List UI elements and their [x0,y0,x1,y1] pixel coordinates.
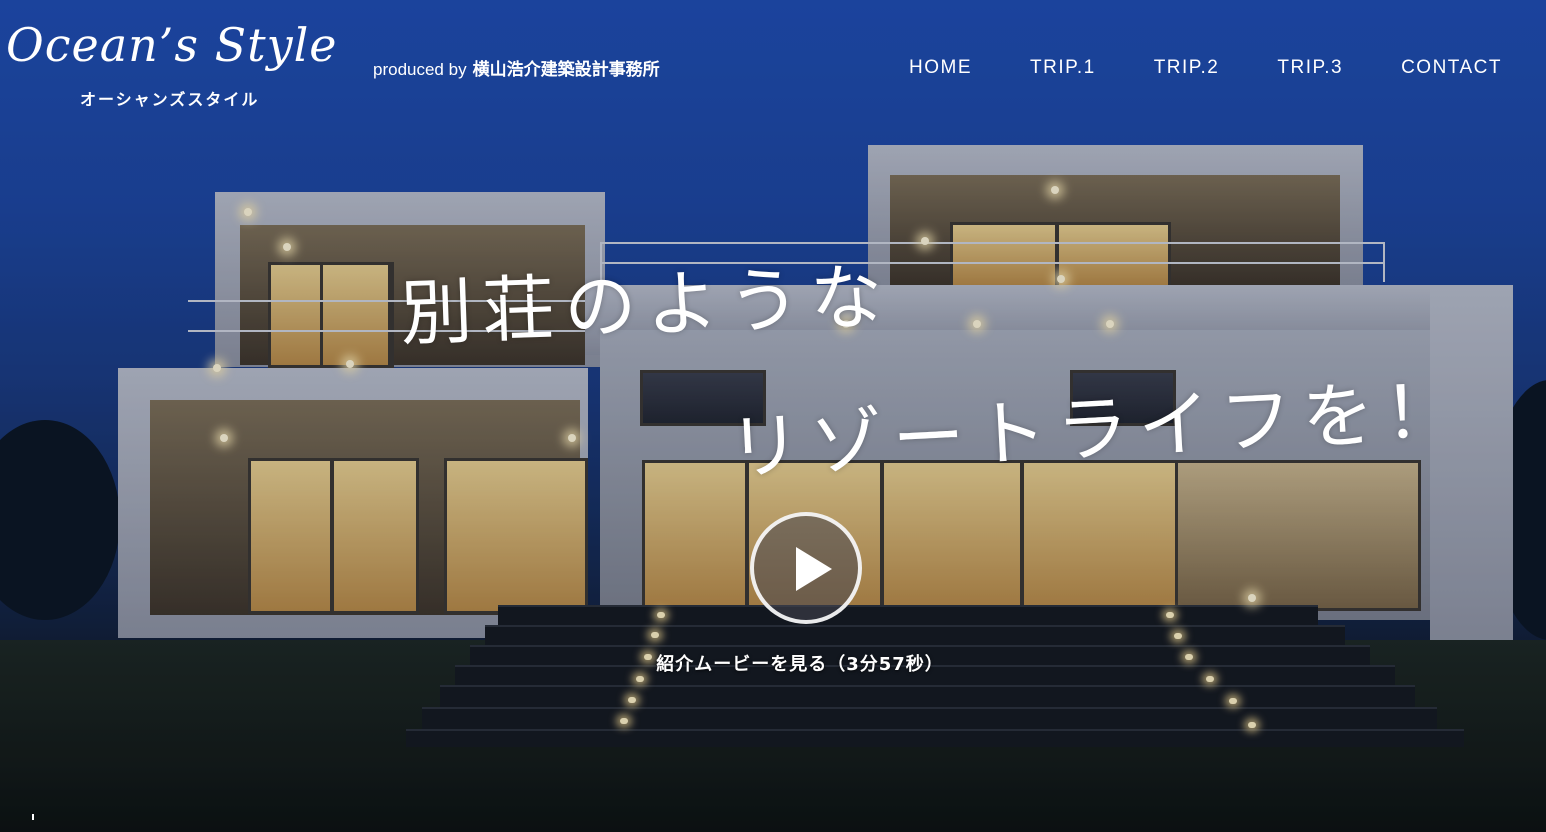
site-logo[interactable]: Ocean’s Style オーシャンズスタイル [6,18,351,109]
headline-line-1: 別荘のような [398,254,894,356]
produced-by-label: produced by [373,60,467,79]
produced-by: produced by 横山浩介建築設計事務所 [373,55,660,80]
movie-label[interactable]: 紹介ムービーを見る（3分57秒） [600,650,1000,676]
nav-trip-2[interactable]: TRIP.2 [1154,57,1220,79]
play-button[interactable] [750,512,862,624]
play-icon [796,547,832,591]
logo-katakana: オーシャンズスタイル [80,90,260,109]
nav-home[interactable]: HOME [909,57,972,79]
nav-trip-3[interactable]: TRIP.3 [1277,57,1343,79]
scroll-indicator [32,814,34,820]
nav-trip-1[interactable]: TRIP.1 [1030,57,1096,79]
main-nav: HOME TRIP.1 TRIP.2 TRIP.3 CONTACT [851,57,1502,79]
firm-name: 横山浩介建築設計事務所 [472,60,660,80]
nav-contact[interactable]: CONTACT [1401,57,1502,79]
logo-wordmark: Ocean’s Style [6,18,338,72]
